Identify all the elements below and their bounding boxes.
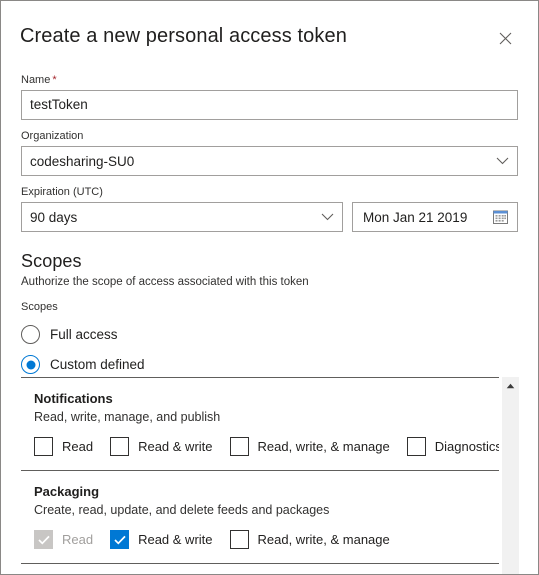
checkbox-notifications-diagnostics[interactable]: Diagnostics: [406, 437, 499, 456]
checkbox-label: Read, write, & manage: [257, 531, 390, 547]
checkbox-control: [34, 530, 53, 549]
radio-custom-defined-control[interactable]: [21, 355, 40, 374]
expiration-duration-value: 90 days: [30, 209, 78, 225]
name-input[interactable]: testToken: [21, 90, 518, 120]
name-field-block: Name * testToken: [21, 73, 518, 120]
checkbox-packaging-read-write-manage[interactable]: Read, write, & manage: [229, 530, 390, 549]
checkbox-label: Read & write: [138, 438, 213, 454]
expiration-date-input[interactable]: Mon Jan 21 2019: [352, 202, 518, 232]
scope-list-scrollbar[interactable]: [502, 377, 519, 574]
checkbox-label: Diagnostics: [434, 438, 499, 454]
dialog-header: Create a new personal access token: [1, 1, 538, 52]
scope-group-next: [21, 563, 499, 574]
checkbox-notifications-read[interactable]: Read: [34, 437, 93, 456]
token-form: Name * testToken Organization codesharing…: [1, 73, 538, 374]
scope-group-notifications: Notifications Read, write, manage, and p…: [21, 377, 499, 470]
radio-full-access-label: Full access: [50, 326, 118, 342]
checkbox-packaging-read-write[interactable]: Read & write: [110, 530, 213, 549]
required-asterisk: *: [52, 74, 57, 86]
scope-group-packaging: Packaging Create, read, update, and dele…: [21, 470, 499, 563]
radio-full-access[interactable]: Full access: [21, 325, 518, 344]
organization-field-block: Organization codesharing-SU0: [21, 129, 518, 176]
chevron-down-icon: [321, 213, 334, 221]
calendar-icon[interactable]: [493, 210, 508, 225]
scope-group-description: Create, read, update, and delete feeds a…: [34, 503, 330, 517]
checkbox-label: Read: [62, 438, 94, 454]
create-pat-dialog: Create a new personal access token Name *…: [0, 0, 539, 575]
scopes-description: Authorize the scope of access associated…: [21, 276, 309, 288]
chevron-down-icon: [496, 157, 509, 165]
expiration-field-block: Expiration (UTC) 90 days Mon Jan 21 2019: [21, 185, 518, 232]
radio-custom-defined-label: Custom defined: [50, 356, 145, 372]
expiration-date-value: Mon Jan 21 2019: [363, 209, 468, 225]
scope-group-title: Packaging: [34, 484, 100, 499]
page-title: Create a new personal access token: [20, 25, 347, 47]
checkbox-control[interactable]: [34, 437, 53, 456]
scope-list-scrollarea: Notifications Read, write, manage, and p…: [21, 377, 499, 574]
organization-label: Organization: [21, 130, 84, 142]
organization-select[interactable]: codesharing-SU0: [21, 146, 518, 176]
checkbox-notifications-read-write-manage[interactable]: Read, write, & manage: [229, 437, 390, 456]
radio-custom-defined[interactable]: Custom defined: [21, 355, 518, 374]
checkbox-control[interactable]: [406, 437, 426, 456]
scopes-heading: Scopes: [21, 251, 82, 271]
checkbox-control[interactable]: [110, 437, 130, 456]
expiration-duration-select[interactable]: 90 days: [21, 202, 343, 232]
name-label: Name *: [21, 73, 518, 87]
scopes-group-label: Scopes: [21, 301, 58, 313]
close-icon: [499, 32, 512, 45]
scroll-up-arrow-icon[interactable]: [502, 377, 519, 394]
expiration-label: Expiration (UTC): [21, 186, 103, 198]
scope-group-description: Read, write, manage, and publish: [34, 410, 221, 424]
checkbox-label: Read & write: [138, 531, 213, 547]
expiration-row: 90 days Mon Jan 21 2019: [21, 202, 518, 232]
checkbox-label: Read: [62, 531, 94, 547]
scope-checkbox-row: Read Read & write Read, write, & manage …: [34, 437, 499, 456]
checkbox-packaging-read: Read: [34, 530, 93, 549]
radio-full-access-control[interactable]: [21, 325, 40, 344]
checkbox-control[interactable]: [110, 530, 130, 549]
checkbox-control[interactable]: [229, 437, 249, 456]
scope-checkbox-row: Read Read & write Read, write, & manage: [34, 530, 499, 549]
checkbox-control[interactable]: [229, 530, 249, 549]
organization-value: codesharing-SU0: [30, 153, 135, 169]
checkbox-notifications-read-write[interactable]: Read & write: [110, 437, 213, 456]
scrollbar-thumb[interactable]: [502, 394, 519, 454]
scope-list-panel: Notifications Read, write, manage, and p…: [20, 377, 519, 574]
close-button[interactable]: [491, 24, 519, 52]
scope-group-title: Notifications: [34, 391, 113, 406]
checkbox-label: Read, write, & manage: [257, 438, 390, 454]
name-label-text: Name: [21, 74, 51, 86]
